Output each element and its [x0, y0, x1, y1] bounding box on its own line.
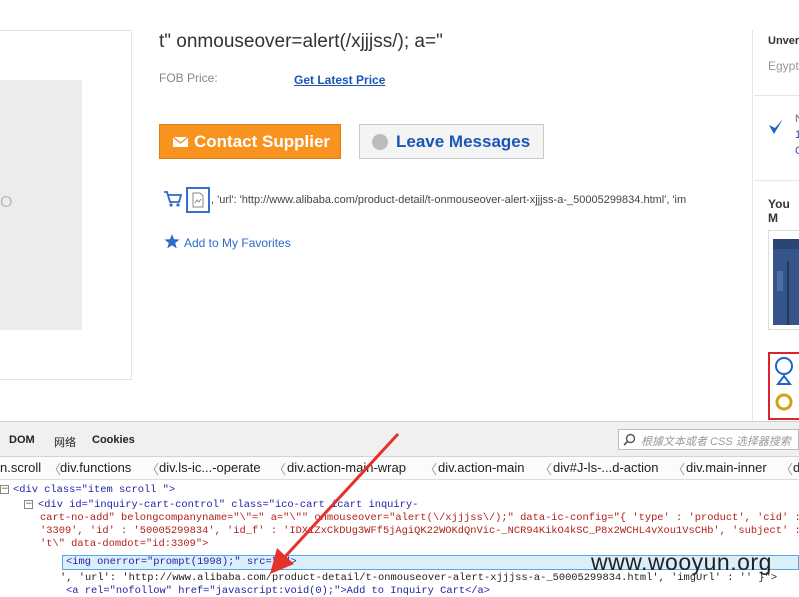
injected-cart-text: , 'url': 'http://www.alibaba.com/product… — [211, 194, 687, 206]
cart-icon[interactable] — [163, 190, 183, 208]
breadcrumb-separator: 〈 — [146, 462, 160, 477]
chat-bubble-icon — [372, 133, 388, 150]
supplier-name[interactable]: Unver — [768, 35, 799, 47]
envelope-icon — [173, 136, 188, 147]
divider — [754, 95, 799, 96]
breadcrumb-item[interactable]: div.ls-ic...-operate — [159, 460, 261, 475]
right-column-divider — [752, 30, 753, 420]
add-to-favorites-link[interactable]: Add to My Favorites — [184, 236, 291, 250]
fob-price-label: FOB Price: — [159, 71, 218, 85]
breadcrumb-separator: 〈 — [539, 462, 553, 477]
dom-node-row: 't\" data-domdot="id:3309"> — [40, 538, 208, 550]
collapse-toggle-icon[interactable]: − — [0, 484, 9, 494]
dom-node-row: cart-no-add" belongcompanyname="\"=" a="… — [40, 512, 799, 524]
tab-dom[interactable]: DOM — [9, 434, 35, 446]
dom-node-row: '3309', 'id' : '50005299834', 'id_f' : '… — [40, 525, 799, 537]
dom-attr-text: cart-no-add" belongcompanyname="\"=" a="… — [40, 512, 799, 524]
tab-cookies[interactable]: Cookies — [92, 434, 135, 446]
breadcrumb-item[interactable]: div.main-inner — [686, 460, 767, 475]
tab-network[interactable]: 网络 — [54, 434, 76, 450]
contact-supplier-label: Contact Supplier — [194, 131, 331, 151]
red-arrow-annotation — [270, 432, 400, 574]
breadcrumb-separator: 〈 — [780, 462, 794, 477]
breadcrumb-item[interactable]: div.action-main — [438, 460, 524, 475]
breadcrumb-item[interactable]: div.functions — [60, 460, 131, 475]
dom-node-text: <a rel="nofollow" href="javascript:void(… — [66, 585, 491, 597]
devtools-search-input[interactable]: 根據文本或者 CSS 选择器搜索 — [618, 429, 799, 450]
you-may-like-heading: You M — [768, 197, 790, 225]
related-product-thumbnail[interactable] — [768, 230, 799, 330]
dom-attr-text: '3309', 'id' : '50005299834', 'id_f' : '… — [40, 525, 799, 537]
product-title: t" onmouseover=alert(/xjjjss/); a=" — [159, 31, 443, 52]
broken-image-icon — [186, 187, 210, 213]
verify-text-2[interactable]: 1 — [795, 129, 799, 141]
certification-badges[interactable] — [768, 352, 799, 420]
breadcrumb-item[interactable]: n.scroll — [0, 460, 41, 475]
leave-messages-label: Leave Messages — [396, 131, 531, 151]
search-placeholder: 根據文本或者 CSS 选择器搜索 — [641, 436, 791, 448]
get-latest-price-link[interactable]: Get Latest Price — [294, 73, 385, 87]
gallery-placeholder-glyph: O — [0, 194, 13, 211]
breadcrumb-item[interactable]: div#J-ls-...d-action — [553, 460, 658, 475]
star-icon[interactable] — [164, 234, 180, 249]
search-icon — [623, 433, 636, 446]
verified-check-icon — [769, 119, 783, 134]
dom-node-row[interactable]: <a rel="nofollow" href="javascript:void(… — [66, 585, 490, 597]
breadcrumb-separator: 〈 — [672, 462, 686, 477]
watermark: www.wooyun.org — [591, 549, 772, 575]
verify-text-3[interactable]: G — [795, 145, 799, 157]
breadcrumb-item[interactable]: d — [793, 460, 799, 475]
collapse-toggle-icon[interactable]: − — [24, 499, 33, 509]
divider — [754, 180, 799, 181]
supplier-country: Egypt — [768, 59, 799, 73]
dom-node-row[interactable]: − <div class="item scroll "> — [0, 484, 175, 496]
verify-text-1: N — [795, 113, 799, 125]
dom-node-text: <div class="item scroll "> — [13, 484, 176, 496]
breadcrumb-separator: 〈 — [424, 462, 438, 477]
dom-attr-text: 't\" data-domdot="id:3309"> — [40, 538, 209, 550]
contact-supplier-button[interactable]: Contact Supplier — [159, 124, 341, 159]
leave-messages-button[interactable]: Leave Messages — [359, 124, 544, 159]
